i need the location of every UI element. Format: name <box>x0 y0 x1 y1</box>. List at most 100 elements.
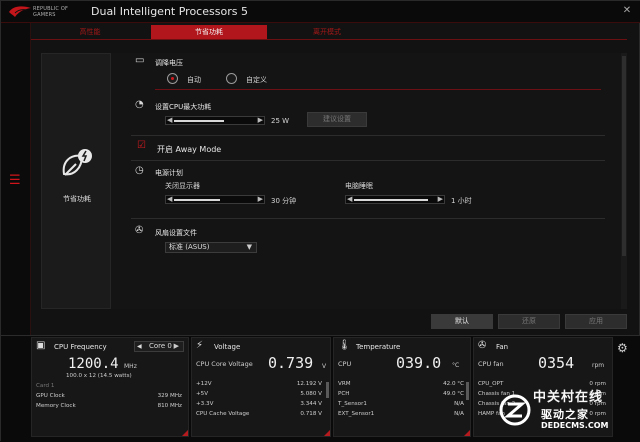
memory-clock-value: 810 MHz <box>157 403 182 409</box>
v33-label: +3.3V <box>196 401 214 407</box>
pch-label: PCH <box>338 391 350 397</box>
t-sensor1-label: T_Sensor1 <box>338 401 367 407</box>
app-title: Dual Intelligent Processors 5 <box>91 5 248 18</box>
expand-corner-icon[interactable] <box>182 430 188 436</box>
slider-left-arrow-icon[interactable]: ◀ <box>167 195 172 203</box>
gear-icon[interactable]: ⚙ <box>617 341 628 355</box>
slider-right-arrow-icon[interactable]: ▶ <box>258 116 263 124</box>
menu-expand-icon[interactable]: ☰ <box>9 173 21 188</box>
thermometer-icon: 🌡 <box>338 340 351 351</box>
settings-content: ▭ 调降电压 自动 自定义 ◔ 设置CPU最大功耗 ◀ ▶ 25 W 建议设置 … <box>111 53 627 309</box>
slider-left-arrow-icon[interactable]: ◀ <box>347 195 352 203</box>
apply-button[interactable]: 应用 <box>565 314 627 329</box>
fan-profile-selected: 标准 (ASUS) <box>169 243 210 251</box>
tab-underline <box>31 39 627 40</box>
v33-value: 3.344 V <box>300 401 322 407</box>
voltage-scrollbar[interactable] <box>326 382 329 398</box>
voltage-title: Voltage <box>214 343 241 351</box>
chevron-right-icon[interactable]: ▶ <box>174 342 179 351</box>
ext-sensor1-value: N/A <box>454 411 464 417</box>
ext-sensor1-label: EXT_Sensor1 <box>338 411 375 417</box>
brand-text: REPUBLIC OF GAMERS <box>33 6 69 18</box>
expand-corner-icon[interactable] <box>324 430 330 436</box>
core-select[interactable]: ◀ Core 0 ▶ <box>134 341 184 352</box>
slider-right-arrow-icon[interactable]: ▶ <box>258 195 263 203</box>
cpu-frequency-title: CPU Frequency <box>54 343 107 351</box>
default-button[interactable]: 默认 <box>431 314 493 329</box>
gpu-clock-value: 329 MHz <box>157 393 182 399</box>
display-off-value: 30 分钟 <box>271 197 297 205</box>
slider-fill <box>174 199 221 201</box>
slider-right-arrow-icon[interactable]: ▶ <box>438 195 443 203</box>
undo-button[interactable]: 还原 <box>498 314 560 329</box>
slider-fill <box>174 120 224 122</box>
fan-profile-select[interactable]: 标准 (ASUS) ▼ <box>165 242 257 253</box>
gauge-icon: ◔ <box>135 99 144 110</box>
temperature-unit: °C <box>452 362 460 369</box>
fan-unit: rpm <box>592 362 605 369</box>
voltage-panel: ⚡ Voltage CPU Core Voltage 0.739 V +12V … <box>191 337 331 437</box>
watermark-url: DEDECMS.COM <box>541 421 609 430</box>
undervolt-auto-radio[interactable] <box>167 73 178 84</box>
sleep-label: 电脑睡眠 <box>345 182 373 190</box>
pch-value: 49.0 °C <box>443 391 464 397</box>
power-plan-title: 电源计划 <box>155 169 183 177</box>
cpu-frequency-unit: MHz <box>124 363 137 370</box>
cpu-power-slider[interactable]: ◀ ▶ <box>165 116 265 125</box>
function-panel: 节省功耗 <box>41 53 111 309</box>
function-label: 节省功耗 <box>63 195 91 203</box>
close-icon[interactable]: ✕ <box>621 5 633 16</box>
fan-profile-title: 风扇设置文件 <box>155 229 197 237</box>
undervolt-custom-radio[interactable] <box>226 73 237 84</box>
gpu-clock-label: GPU Clock <box>36 393 65 399</box>
display-off-slider[interactable]: ◀ ▶ <box>165 195 265 204</box>
sleep-slider[interactable]: ◀ ▶ <box>345 195 445 204</box>
cpu-frequency-panel: ▣ CPU Frequency ◀ Core 0 ▶ 1200.4 MHz 10… <box>31 337 189 437</box>
tab-power-saving[interactable]: 节省功耗 <box>151 25 267 39</box>
cpu-temp-label: CPU <box>338 360 352 368</box>
chevron-down-icon: ▼ <box>246 243 252 251</box>
undervolt-auto-label: 自动 <box>187 76 201 84</box>
title-bar: REPUBLIC OF GAMERS Dual Intelligent Proce… <box>1 1 640 23</box>
mode-tabs: 高性能 节省功耗 离开模式 <box>31 25 640 39</box>
voltage-wave-icon: ▭ <box>135 55 145 66</box>
temperature-title: Temperature <box>356 343 401 351</box>
v12-label: +12V <box>196 381 212 387</box>
fan-icon: ✇ <box>478 340 487 351</box>
t-sensor1-value: N/A <box>454 401 464 407</box>
sleep-value: 1 小时 <box>451 197 472 205</box>
rog-logo-icon <box>9 6 31 17</box>
cpu-fan-label: CPU fan <box>478 360 504 368</box>
cpu-temp-value: 039.0 <box>396 354 442 372</box>
cpu-frequency-value: 1200.4 <box>68 356 119 372</box>
voltage-unit: V <box>322 363 327 370</box>
v5-value: 5.080 V <box>300 391 322 397</box>
tab-high-performance[interactable]: 高性能 <box>31 25 149 39</box>
lightning-icon: ⚡ <box>196 340 204 351</box>
divider <box>131 160 605 161</box>
scroll-thumb[interactable] <box>622 56 626 256</box>
fan-icon: ✇ <box>135 225 144 236</box>
vrm-label: VRM <box>338 381 351 387</box>
memory-clock-label: Memory Clock <box>36 403 76 409</box>
expand-corner-icon[interactable] <box>464 430 470 436</box>
cpu-power-value: 25 W <box>271 117 290 125</box>
cpu-frequency-sub: 100.0 x 12 (14.5 watts) <box>66 373 132 379</box>
card-label: Card 1 <box>36 383 55 389</box>
divider <box>131 218 605 219</box>
away-mode-checkbox[interactable]: ☑ <box>137 140 146 151</box>
clock-icon: ◷ <box>135 165 144 176</box>
cpu-cache-voltage-label: CPU Cache Voltage <box>196 411 250 417</box>
vrm-value: 42.0 °C <box>443 381 464 387</box>
slider-fill <box>354 199 428 201</box>
tab-away-mode[interactable]: 离开模式 <box>269 25 385 39</box>
suggest-button[interactable]: 建议设置 <box>307 112 367 127</box>
cpu-core-voltage-label: CPU Core Voltage <box>196 360 253 368</box>
temperature-scrollbar[interactable] <box>466 382 469 400</box>
cpu-chip-icon: ▣ <box>36 340 46 351</box>
leaf-power-icon <box>62 149 92 176</box>
watermark-text-2: 驱动之家 <box>541 408 589 421</box>
slider-left-arrow-icon[interactable]: ◀ <box>167 116 172 124</box>
cpu-cache-voltage-value: 0.718 V <box>300 411 322 417</box>
chevron-left-icon[interactable]: ◀ <box>137 342 142 351</box>
